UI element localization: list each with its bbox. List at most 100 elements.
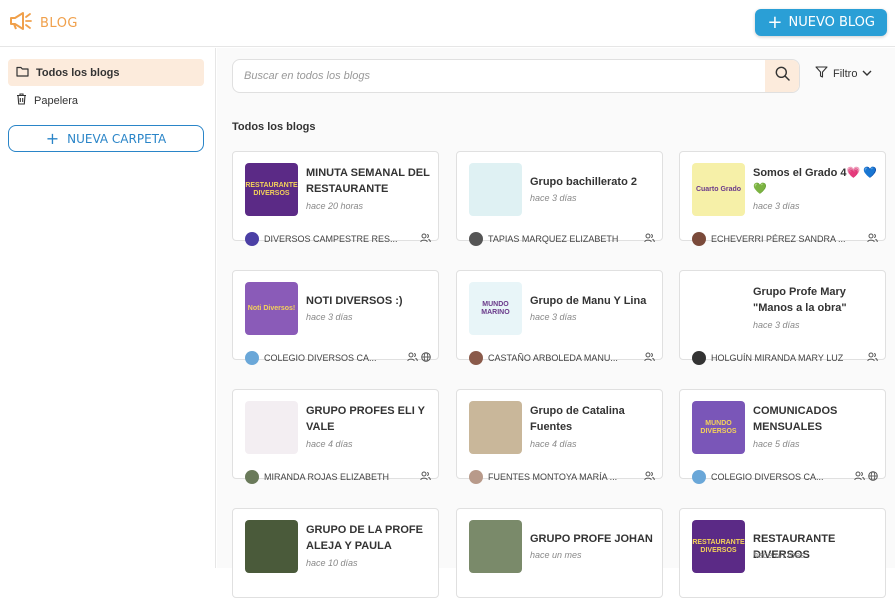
search-button[interactable] <box>765 60 799 92</box>
sidebar: Todos los blogs Papelera + NUEVA CARPETA <box>0 48 216 568</box>
blog-title: GRUPO PROFE JOHAN <box>530 533 653 545</box>
blog-thumbnail <box>245 401 298 454</box>
avatar <box>245 232 259 246</box>
new-folder-button[interactable]: + NUEVA CARPETA <box>8 125 204 152</box>
avatar <box>469 351 483 365</box>
blog-card[interactable]: MUNDO MARINO Grupo de Manu Y Lina hace 3 d… <box>456 270 663 365</box>
megaphone-icon <box>8 11 34 36</box>
blog-thumbnail <box>245 520 298 573</box>
new-blog-button[interactable]: + NUEVO BLOG <box>755 9 887 36</box>
search-input[interactable] <box>233 60 766 92</box>
blog-visibility <box>407 349 431 367</box>
blog-author: COLEGIO DIVERSOS CA... <box>264 353 377 363</box>
blog-title: Somos el Grado 4💗 💙 💚 <box>753 167 877 195</box>
blog-title: Grupo Profe Mary "Manos a la obra" <box>753 286 847 314</box>
blog-card[interactable]: Grupo bachillerato 2 hace 3 días TAPIAS MA… <box>456 151 663 246</box>
blog-author: HOLGUÍN MIRANDA MARY LUZ <box>711 353 844 363</box>
blog-author: TAPIAS MARQUEZ ELIZABETH <box>488 234 619 244</box>
blog-thumbnail <box>469 163 522 216</box>
blog-footer: MIRANDA ROJAS ELIZABETH <box>245 469 431 485</box>
blog-title: GRUPO DE LA PROFE ALEJA Y PAULA <box>306 524 423 552</box>
blog-footer: FUENTES MONTOYA MARÍA ... <box>469 469 655 485</box>
blog-title: MINUTA SEMANAL DEL RESTAURANTE <box>306 167 430 195</box>
users-icon <box>854 468 865 486</box>
blog-card[interactable]: Grupo Profe Mary "Manos a la obra" hace 3… <box>679 270 886 365</box>
thumbnail-text: Noti Diversos! <box>247 304 296 312</box>
blog-card[interactable]: GRUPO PROFES ELI Y VALE hace 4 días MIRAND… <box>232 389 439 484</box>
thumbnail-text: RESTAURANTE DIVERSOS <box>692 538 745 554</box>
chevron-down-icon <box>862 68 872 80</box>
blog-card[interactable]: Cuarto Grado Somos el Grado 4💗 💙 💚 hace 3 … <box>679 151 886 246</box>
blog-visibility <box>420 468 431 486</box>
users-icon <box>867 230 878 248</box>
brand[interactable]: BLOG <box>8 11 78 36</box>
sidebar-item-trash[interactable]: Papelera <box>8 87 204 114</box>
blog-card[interactable]: Grupo de Catalina Fuentes hace 4 días FUEN… <box>456 389 663 484</box>
blog-footer: CASTAÑO ARBOLEDA MANU... <box>469 350 655 366</box>
blog-time: hace 3 días <box>753 320 800 330</box>
filter-icon <box>815 66 828 81</box>
blog-footer: ECHEVERRI PÉREZ SANDRA ... <box>692 231 878 247</box>
blog-time: hace 4 días <box>530 439 577 449</box>
new-blog-label: NUEVO BLOG <box>788 15 876 30</box>
blog-visibility <box>854 468 878 486</box>
blog-time: hace un mes <box>530 550 582 560</box>
blog-author: ECHEVERRI PÉREZ SANDRA ... <box>711 234 846 244</box>
blog-card[interactable]: RESTAURANTE DIVERSOS RESTAURANTE DIVERSOS… <box>679 508 886 598</box>
users-icon <box>867 349 878 367</box>
blog-card[interactable]: RESTAURANTE DIVERSOS MINUTA SEMANAL DEL R… <box>232 151 439 246</box>
blog-card[interactable]: MUNDO DIVERSOS COMUNICADOS MENSUALES hace … <box>679 389 886 484</box>
users-icon <box>644 468 655 486</box>
blog-visibility <box>644 468 655 486</box>
blog-time: hace 3 días <box>530 312 577 322</box>
blog-thumbnail <box>469 520 522 573</box>
blog-time: hace 5 días <box>753 439 800 449</box>
blog-author: FUENTES MONTOYA MARÍA ... <box>488 472 618 482</box>
blog-thumbnail: RESTAURANTE DIVERSOS <box>692 520 745 573</box>
blog-thumbnail: MUNDO DIVERSOS <box>692 401 745 454</box>
avatar <box>692 470 706 484</box>
blog-card[interactable]: Noti Diversos! NOTI DIVERSOS :) hace 3 día… <box>232 270 439 365</box>
users-icon <box>420 468 431 486</box>
blog-footer: DIVERSOS CAMPESTRE RES... <box>245 231 431 247</box>
blog-author: DIVERSOS CAMPESTRE RES... <box>264 234 398 244</box>
sidebar-item-all-blogs[interactable]: Todos los blogs <box>8 59 204 86</box>
avatar <box>692 232 706 246</box>
blog-time: hace 3 días <box>306 312 353 322</box>
blog-title: NOTI DIVERSOS :) <box>306 295 403 307</box>
filter-dropdown[interactable]: Filtro <box>815 66 872 81</box>
folder-icon <box>16 66 29 80</box>
blog-visibility <box>644 349 655 367</box>
users-icon <box>644 349 655 367</box>
new-folder-label: NUEVA CARPETA <box>67 131 167 146</box>
globe-icon <box>421 349 431 367</box>
globe-icon <box>868 468 878 486</box>
avatar <box>692 351 706 365</box>
thumbnail-text: MUNDO MARINO <box>481 300 510 316</box>
blog-thumbnail <box>692 282 745 335</box>
blog-author: MIRANDA ROJAS ELIZABETH <box>264 472 390 482</box>
filter-label: Filtro <box>833 67 858 80</box>
blog-time: hace 3 días <box>753 201 800 211</box>
avatar <box>469 232 483 246</box>
avatar <box>245 470 259 484</box>
blog-visibility <box>867 349 878 367</box>
blog-time: hace 10 días <box>306 558 358 568</box>
app-header: BLOG + NUEVO BLOG <box>0 0 895 47</box>
blog-card[interactable]: GRUPO PROFE JOHAN hace un mes <box>456 508 663 598</box>
blog-time: hace 4 días <box>306 439 353 449</box>
blog-thumbnail: MUNDO MARINO <box>469 282 522 335</box>
blog-thumbnail: Cuarto Grado <box>692 163 745 216</box>
sidebar-item-label: Papelera <box>34 94 79 107</box>
thumbnail-text: Cuarto Grado <box>695 185 742 193</box>
blog-visibility <box>644 230 655 248</box>
blog-author: COLEGIO DIVERSOS CA... <box>711 472 824 482</box>
users-icon <box>407 349 418 367</box>
blog-title: GRUPO PROFES ELI Y VALE <box>306 405 425 433</box>
blog-footer: COLEGIO DIVERSOS CA... <box>245 350 431 366</box>
blog-card[interactable]: GRUPO DE LA PROFE ALEJA Y PAULA hace 10 d… <box>232 508 439 598</box>
blog-time: hace 20 horas <box>306 201 364 211</box>
avatar <box>469 470 483 484</box>
search-icon <box>775 66 790 86</box>
section-title: Todos los blogs <box>232 121 316 133</box>
